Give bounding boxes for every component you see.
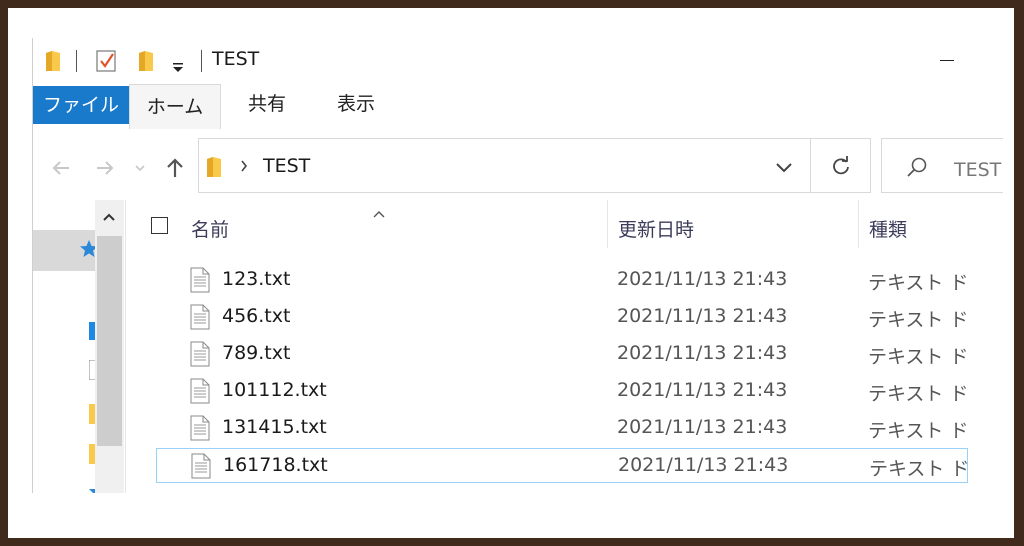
text-file-icon: [190, 378, 210, 408]
search-input[interactable]: TESTの検索: [881, 138, 1003, 193]
quick-access-item[interactable]: [33, 230, 98, 271]
file-date: 2021/11/13 21:43: [618, 454, 789, 476]
toolbar-separator: [76, 50, 77, 72]
refresh-button[interactable]: [811, 138, 871, 193]
file-row[interactable]: 123.txt 2021/11/13 21:43 テキスト ドキュメント: [156, 263, 968, 298]
file-date: 2021/11/13 21:43: [617, 416, 788, 438]
file-name: 101112.txt: [222, 379, 327, 401]
address-bar[interactable]: TEST: [198, 138, 811, 193]
window-title: TEST: [212, 48, 260, 70]
toolbar-separator: [201, 50, 202, 72]
forward-icon[interactable]: [93, 156, 117, 180]
folder-icon: [44, 50, 62, 76]
column-type[interactable]: 種類: [869, 215, 907, 242]
explorer-window: TEST ファイル ホーム 共有 表示 TEST TEST 名前 更新日時 種類…: [32, 38, 1003, 493]
up-icon[interactable]: [163, 156, 187, 180]
column-date-modified[interactable]: 更新日時: [618, 215, 694, 242]
text-file-icon: [190, 267, 210, 297]
file-type: テキスト ドキュメント: [868, 420, 968, 442]
column-divider[interactable]: [607, 200, 608, 248]
breadcrumb-chevron-icon[interactable]: [239, 158, 249, 178]
file-row[interactable]: 456.txt 2021/11/13 21:43 テキスト ドキュメント: [156, 300, 968, 335]
file-type: テキスト ドキュメント: [869, 458, 969, 480]
navigation-scrollbar[interactable]: [95, 200, 124, 493]
title-bar: TEST: [33, 38, 1003, 84]
tab-home[interactable]: ホーム: [129, 84, 221, 129]
scroll-up-icon[interactable]: [95, 200, 124, 234]
file-name: 456.txt: [222, 305, 291, 327]
tab-share[interactable]: 共有: [229, 84, 305, 124]
file-name: 123.txt: [222, 268, 291, 290]
file-name: 161718.txt: [223, 454, 328, 476]
file-row-selected[interactable]: 161718.txt 2021/11/13 21:43 テキスト ドキュメント: [156, 448, 969, 483]
search-placeholder: TESTの検索: [954, 159, 1003, 181]
column-header: 名前 更新日時 種類: [126, 200, 1003, 252]
column-divider[interactable]: [858, 200, 859, 248]
file-list: 名前 更新日時 種類 123.txt 2021/11/13 21:43 テキスト…: [125, 200, 1003, 493]
file-row[interactable]: 131415.txt 2021/11/13 21:43 テキスト ドキュメント: [156, 411, 968, 446]
ribbon-tabs: ファイル ホーム 共有 表示: [33, 84, 1003, 131]
text-file-icon: [190, 341, 210, 371]
tab-file[interactable]: ファイル: [33, 86, 129, 124]
file-date: 2021/11/13 21:43: [617, 268, 788, 290]
new-folder-icon[interactable]: [137, 50, 155, 76]
recent-locations-chevron-icon[interactable]: [133, 156, 147, 180]
text-file-icon: [190, 415, 210, 445]
navigation-pane: [33, 200, 125, 493]
file-date: 2021/11/13 21:43: [617, 342, 788, 364]
minimize-button[interactable]: [932, 46, 962, 76]
properties-icon[interactable]: [96, 49, 118, 77]
file-name: 131415.txt: [222, 416, 327, 438]
navigation-bar: TEST TESTの検索: [33, 130, 1003, 200]
file-type: テキスト ドキュメント: [868, 272, 968, 294]
select-all-checkbox[interactable]: [151, 217, 168, 234]
text-file-icon: [191, 453, 211, 483]
customize-toolbar-dropdown-icon[interactable]: [172, 58, 184, 77]
file-row[interactable]: 789.txt 2021/11/13 21:43 テキスト ドキュメント: [156, 337, 968, 372]
tab-view[interactable]: 表示: [315, 84, 397, 124]
text-file-icon: [190, 304, 210, 334]
address-history-dropdown-icon[interactable]: [775, 160, 793, 179]
file-type: テキスト ドキュメント: [868, 346, 968, 368]
folder-icon: [205, 156, 223, 182]
search-icon: [906, 156, 928, 182]
scroll-thumb[interactable]: [97, 236, 122, 446]
file-name: 789.txt: [222, 342, 291, 364]
sort-ascending-icon: [373, 203, 385, 222]
back-icon[interactable]: [49, 156, 73, 180]
refresh-icon: [833, 156, 849, 175]
file-row[interactable]: 101112.txt 2021/11/13 21:43 テキスト ドキュメント: [156, 374, 968, 409]
breadcrumb-folder[interactable]: TEST: [263, 155, 310, 177]
column-name[interactable]: 名前: [191, 215, 229, 242]
file-type: テキスト ドキュメント: [868, 309, 968, 331]
file-date: 2021/11/13 21:43: [617, 305, 788, 327]
file-type: テキスト ドキュメント: [868, 383, 968, 405]
file-date: 2021/11/13 21:43: [617, 379, 788, 401]
